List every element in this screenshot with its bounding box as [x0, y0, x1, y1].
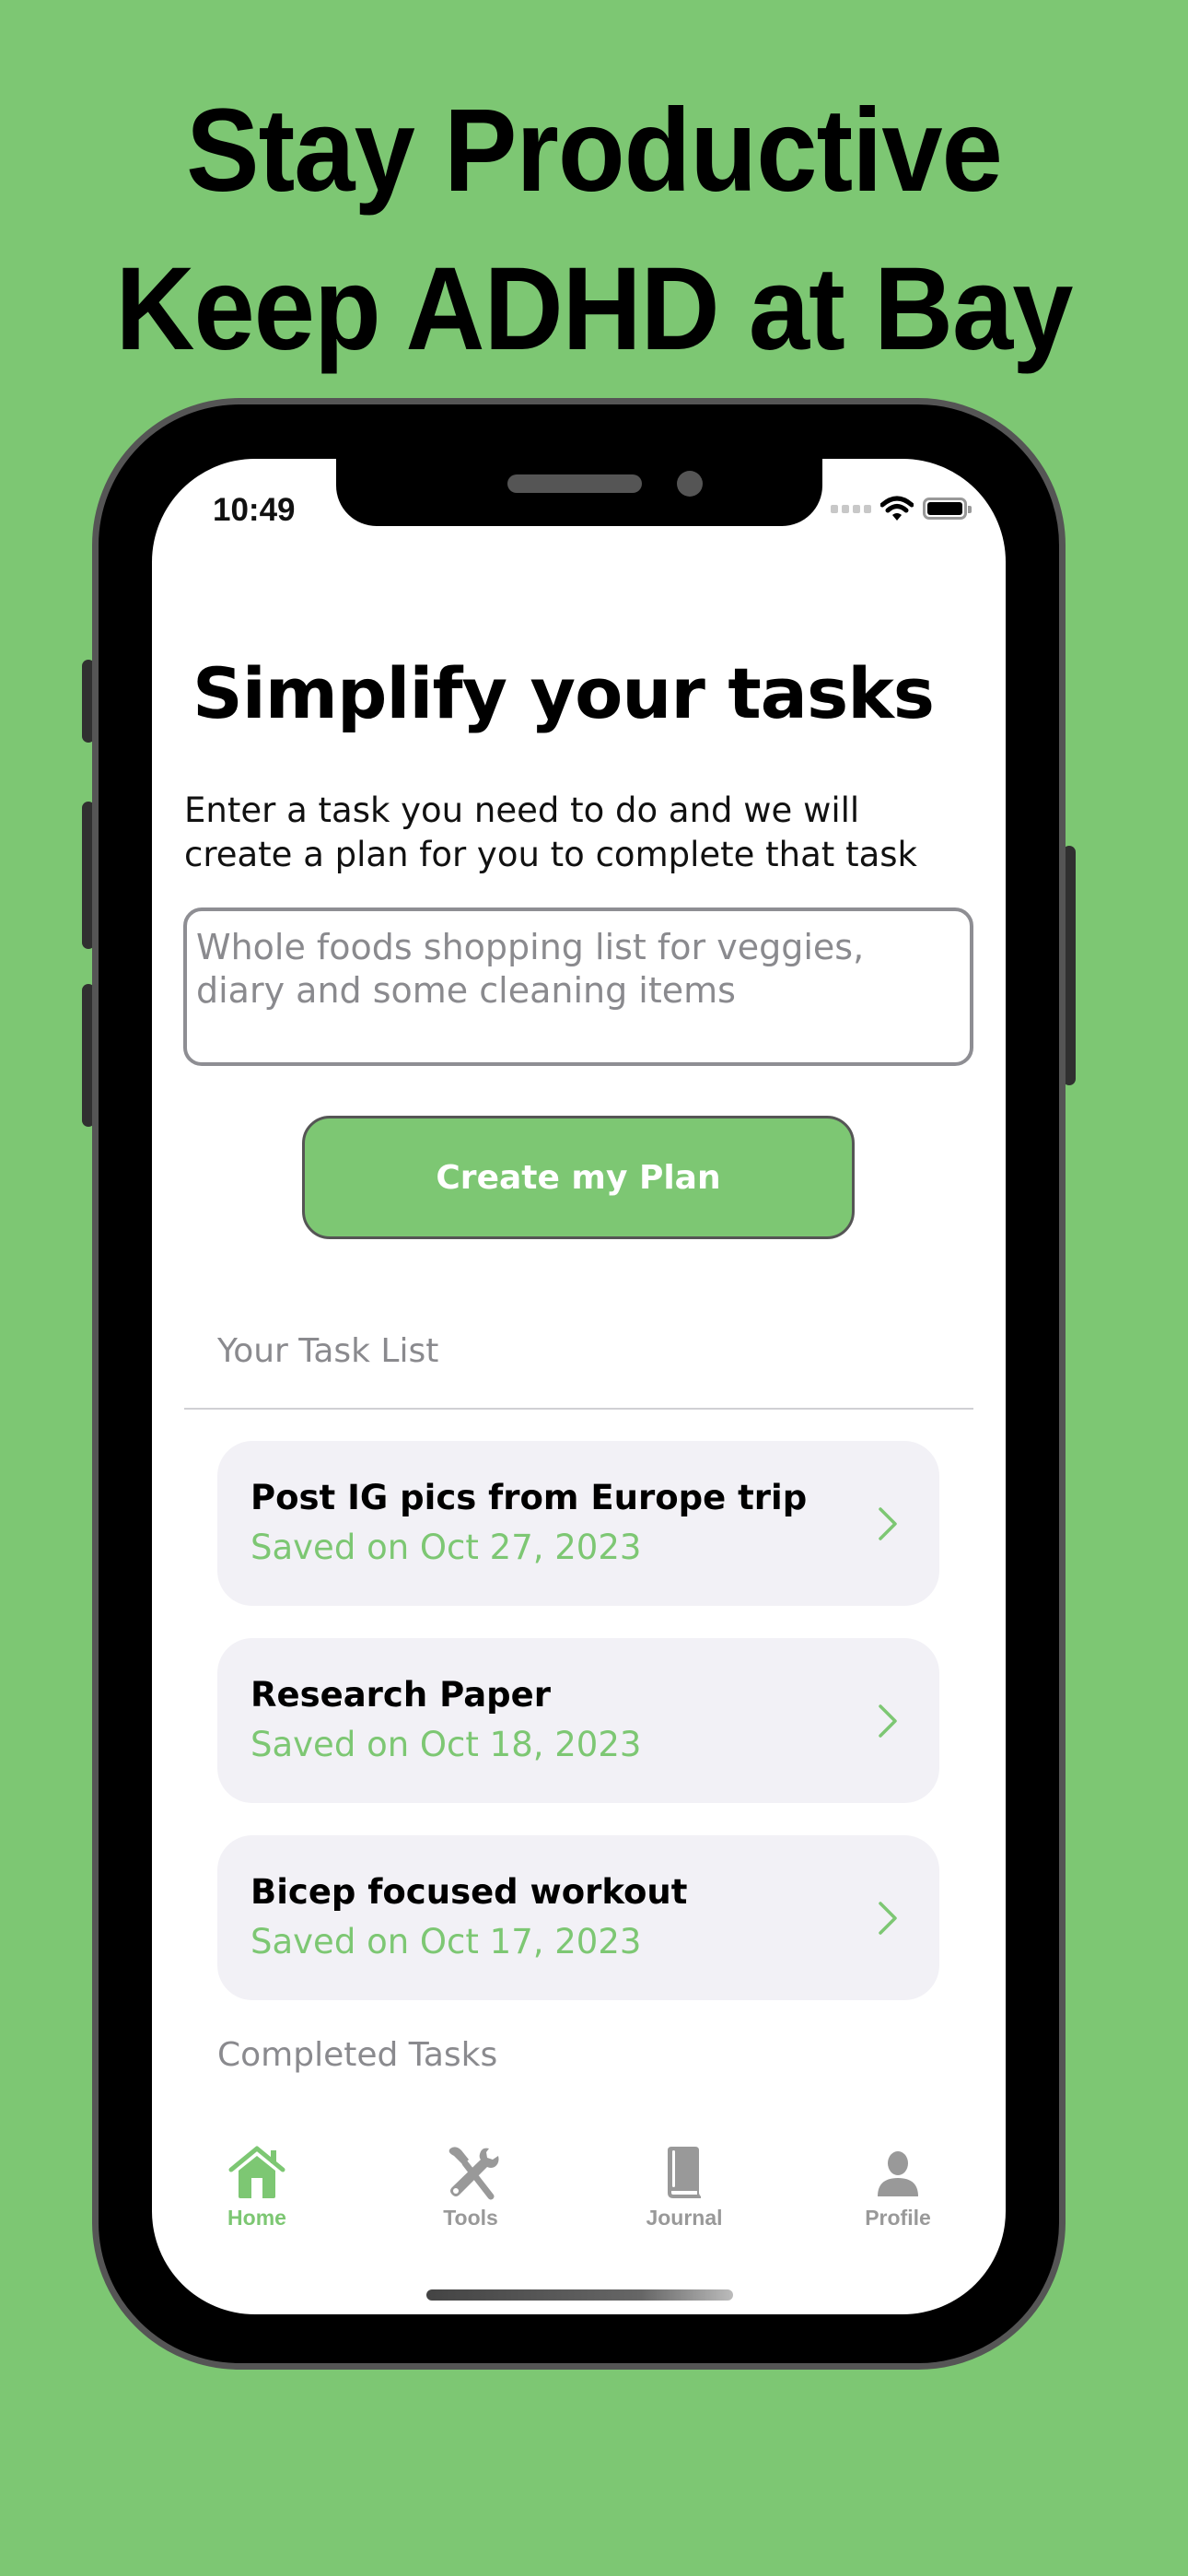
section-divider [184, 1408, 973, 1410]
tab-home[interactable]: Home [192, 2145, 321, 2231]
status-time: 10:49 [213, 492, 296, 528]
task-saved-date: Saved on Oct 18, 2023 [250, 1725, 642, 1764]
tab-tools[interactable]: Tools [406, 2145, 535, 2231]
speaker-grille [507, 474, 642, 493]
front-camera [677, 471, 703, 497]
wifi-icon [880, 496, 914, 521]
task-title: Research Paper [250, 1675, 551, 1715]
tab-label: Home [227, 2206, 286, 2230]
book-icon [668, 2147, 701, 2198]
task-list-heading: Your Task List [217, 1332, 439, 1370]
completed-tasks-heading: Completed Tasks [217, 2036, 498, 2074]
chevron-right-icon [879, 1902, 897, 1935]
task-saved-date: Saved on Oct 27, 2023 [250, 1528, 642, 1567]
tab-label: Profile [865, 2206, 931, 2230]
chevron-right-icon [879, 1704, 897, 1738]
task-title: Bicep focused workout [250, 1872, 688, 1912]
task-title: Post IG pics from Europe trip [250, 1478, 808, 1517]
task-saved-date: Saved on Oct 17, 2023 [250, 1922, 642, 1961]
tab-bar: Home Tools Journal Profile [152, 2145, 1006, 2246]
battery-icon [923, 498, 972, 520]
tab-label: Journal [646, 2206, 723, 2230]
task-card[interactable]: Research Paper Saved on Oct 18, 2023 [217, 1638, 939, 1803]
phone-screen: 10:49 Simplify your tasks Enter a task y… [152, 459, 1006, 2314]
task-input[interactable] [183, 907, 973, 1066]
tab-label: Tools [443, 2206, 498, 2230]
chevron-right-icon [879, 1507, 897, 1540]
notch [336, 459, 822, 526]
tab-profile[interactable]: Profile [833, 2145, 962, 2231]
create-plan-button[interactable]: Create my Plan [302, 1116, 855, 1239]
cellular-signal-icon [831, 504, 871, 513]
person-icon [878, 2151, 918, 2196]
tab-journal[interactable]: Journal [620, 2145, 749, 2231]
home-indicator[interactable] [426, 2289, 733, 2301]
page-subtitle: Enter a task you need to do and we will … [184, 790, 917, 874]
status-icons [831, 496, 972, 521]
task-card[interactable]: Post IG pics from Europe trip Saved on O… [217, 1441, 939, 1606]
house-icon [228, 2146, 285, 2198]
promo-headline-line1: Stay Productive [186, 85, 1003, 217]
page-title: Simplify your tasks [192, 652, 935, 734]
promo-headline-line2: Keep ADHD at Bay [115, 243, 1073, 375]
tools-icon [448, 2147, 499, 2200]
task-card[interactable]: Bicep focused workout Saved on Oct 17, 2… [217, 1835, 939, 2000]
